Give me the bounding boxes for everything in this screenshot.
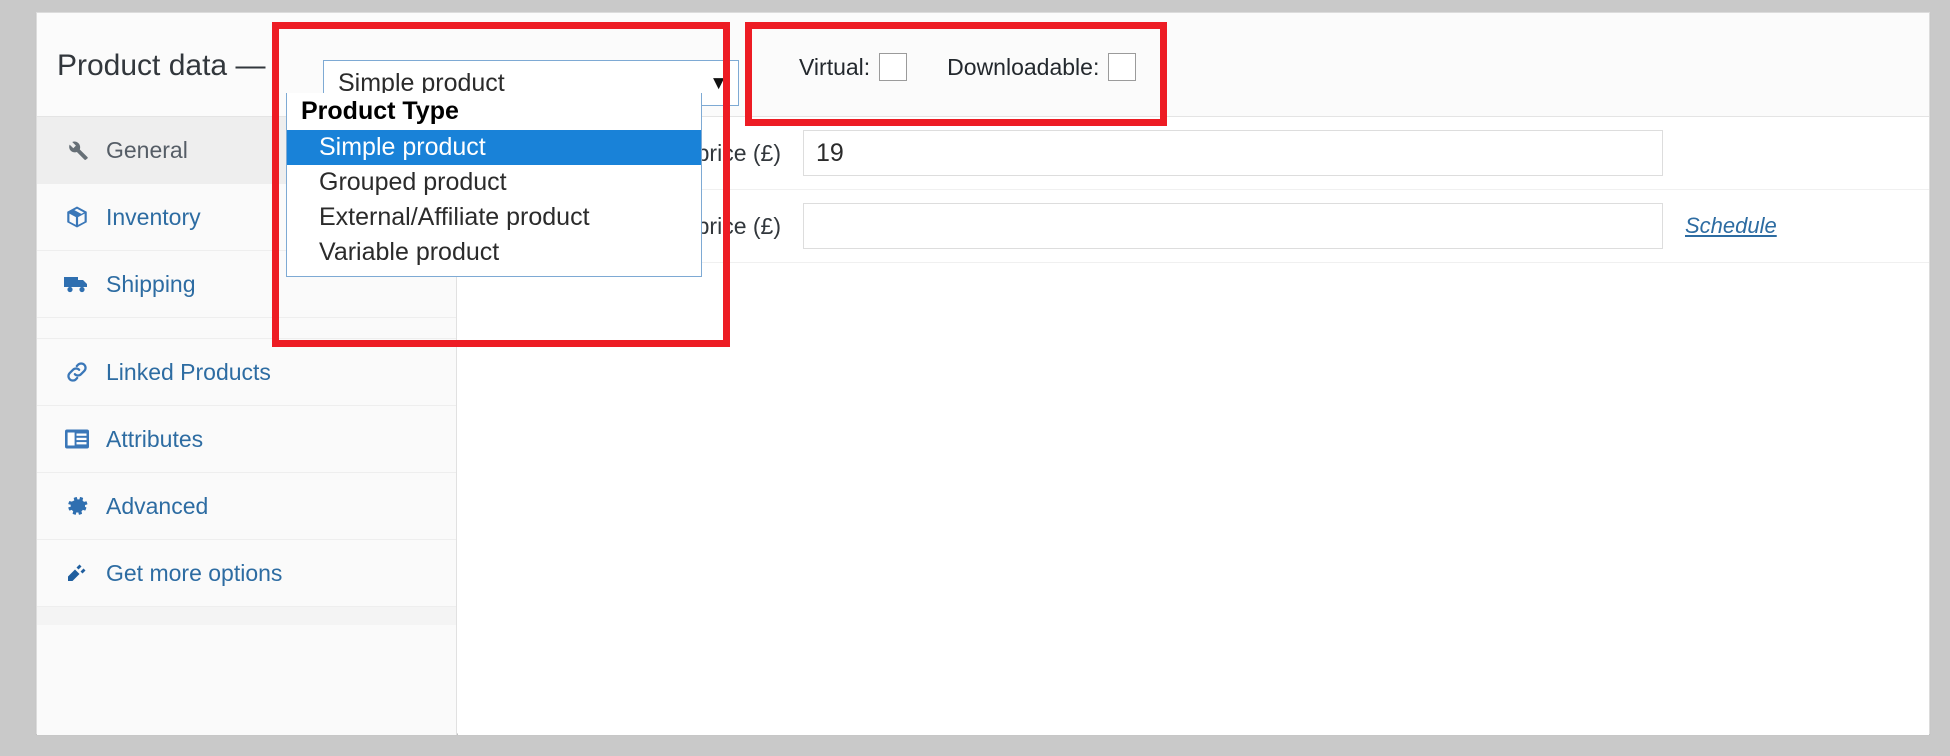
wrench-icon [62, 137, 92, 163]
sidebar-item-label: Shipping [106, 270, 196, 297]
sidebar-item-linked-products[interactable]: Linked Products [37, 339, 456, 406]
general-panel-empty-area [458, 263, 1929, 593]
virtual-label: Virtual: [799, 53, 871, 80]
sidebar-item-label: Advanced [106, 492, 209, 519]
box-icon [62, 204, 92, 230]
gear-icon [62, 493, 92, 519]
product-flags-group: Virtual: Downloadable: [799, 53, 1137, 81]
chevron-down-icon: ▼ [709, 72, 728, 94]
downloadable-label: Downloadable: [947, 53, 1100, 80]
product-type-option-variable[interactable]: Variable product [287, 235, 701, 270]
regular-price-input[interactable] [803, 130, 1663, 176]
sidebar-item-label: Get more options [106, 559, 283, 586]
sale-price-input[interactable] [803, 203, 1663, 249]
sidebar-item-label: Inventory [106, 203, 201, 230]
attributes-icon [62, 426, 92, 452]
downloadable-checkbox[interactable] [1108, 53, 1137, 81]
sidebar-item-advanced[interactable]: Advanced [37, 473, 456, 540]
truck-icon [62, 271, 92, 297]
sidebar-item-label: Attributes [106, 425, 204, 452]
product-type-optgroup-label: Product Type [301, 97, 459, 125]
sidebar-item-attributes[interactable]: Attributes [37, 406, 456, 473]
link-icon [62, 359, 92, 385]
page-title: Product data — [57, 49, 266, 82]
product-type-dropdown-list[interactable]: Product Type Simple product Grouped prod… [286, 93, 702, 277]
sidebar-item-label: Linked Products [106, 358, 271, 385]
product-type-option-simple[interactable]: Simple product [287, 130, 701, 165]
tab-group-divider [37, 318, 456, 339]
product-type-option-grouped[interactable]: Grouped product [287, 165, 701, 200]
screenshot-root: Product data — Simple product ▼ Virtual:… [0, 0, 1950, 756]
tabs-footer [37, 607, 456, 625]
product-type-option-external-affiliate[interactable]: External/Affiliate product [287, 200, 701, 235]
schedule-link[interactable]: Schedule [1685, 213, 1777, 239]
downloadable-checkbox-item[interactable]: Downloadable: [947, 53, 1137, 81]
virtual-checkbox-item[interactable]: Virtual: [799, 53, 908, 81]
virtual-checkbox[interactable] [879, 53, 908, 81]
sidebar-item-get-more-options[interactable]: Get more options [37, 540, 456, 607]
plug-icon [62, 560, 92, 586]
sidebar-item-label: General [106, 136, 188, 163]
